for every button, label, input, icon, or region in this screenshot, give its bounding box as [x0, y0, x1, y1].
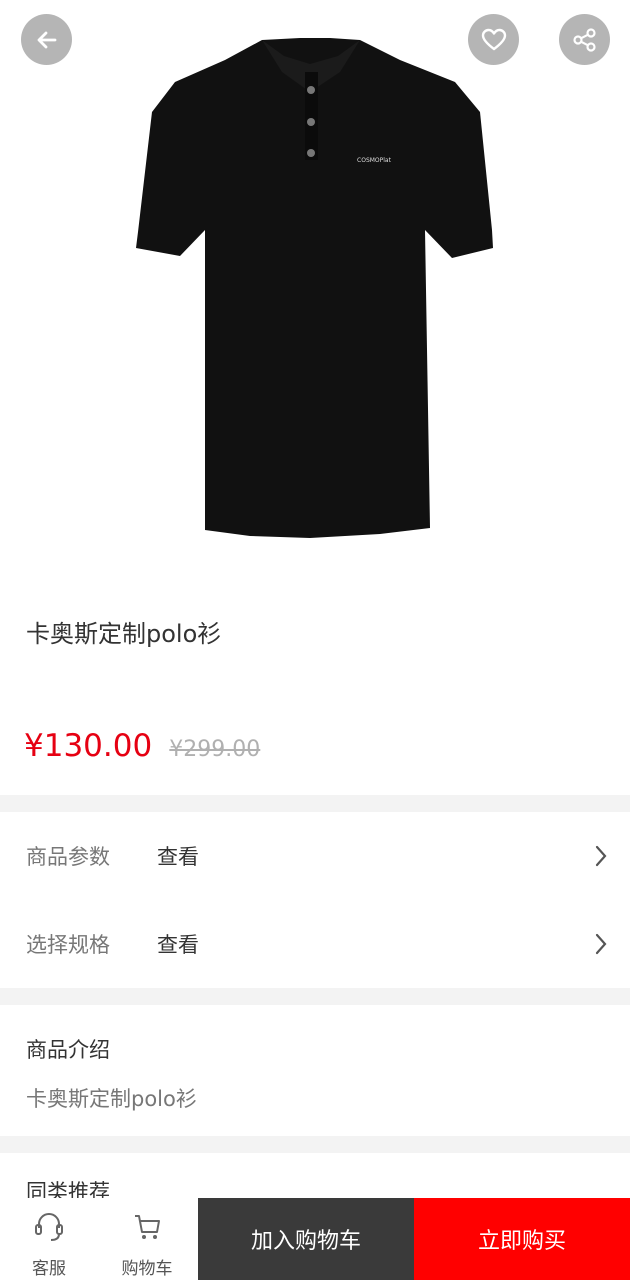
product-image: COSMOPlat	[136, 38, 493, 538]
section-divider	[0, 1136, 630, 1153]
headset-icon	[35, 1213, 63, 1241]
select-spec-label: 选择规格	[26, 933, 110, 957]
favorite-button[interactable]	[468, 14, 519, 65]
add-to-cart-button[interactable]: 加入购物车	[198, 1198, 414, 1280]
current-price: ¥130.00	[24, 728, 153, 764]
cart-icon	[135, 1215, 160, 1239]
share-icon	[572, 27, 596, 52]
price-row: ¥130.00 ¥299.00	[24, 728, 260, 764]
customer-service-label: 客服	[32, 1259, 66, 1279]
params-row[interactable]: 商品参数 查看	[0, 812, 630, 900]
customer-service-button[interactable]: 客服	[0, 1198, 98, 1280]
original-price: ¥299.00	[169, 737, 261, 762]
select-spec-row[interactable]: 选择规格 查看	[0, 900, 630, 988]
heart-icon	[481, 28, 506, 50]
arrow-left-icon	[37, 31, 56, 48]
product-image-area[interactable]: COSMOPlat	[0, 0, 630, 580]
shirt-logo: COSMOPlat	[357, 157, 392, 164]
cart-nav-button[interactable]: 购物车	[98, 1198, 196, 1280]
select-spec-value: 查看	[157, 933, 199, 957]
product-title: 卡奥斯定制polo衫	[26, 620, 222, 648]
share-button[interactable]	[559, 14, 610, 65]
buy-now-button[interactable]: 立即购买	[414, 1198, 630, 1280]
back-button[interactable]	[21, 14, 72, 65]
chevron-right-icon	[595, 845, 607, 867]
cart-nav-label: 购物车	[121, 1259, 173, 1279]
params-value: 查看	[157, 845, 199, 869]
chevron-right-icon	[595, 933, 607, 955]
params-label: 商品参数	[26, 845, 110, 869]
intro-text: 卡奥斯定制polo衫	[26, 1087, 197, 1111]
intro-title: 商品介绍	[26, 1038, 110, 1062]
section-divider	[0, 988, 630, 1005]
bottom-action-bar: 客服 购物车 加入购物车 立即购买	[0, 1198, 630, 1280]
section-divider	[0, 795, 630, 812]
